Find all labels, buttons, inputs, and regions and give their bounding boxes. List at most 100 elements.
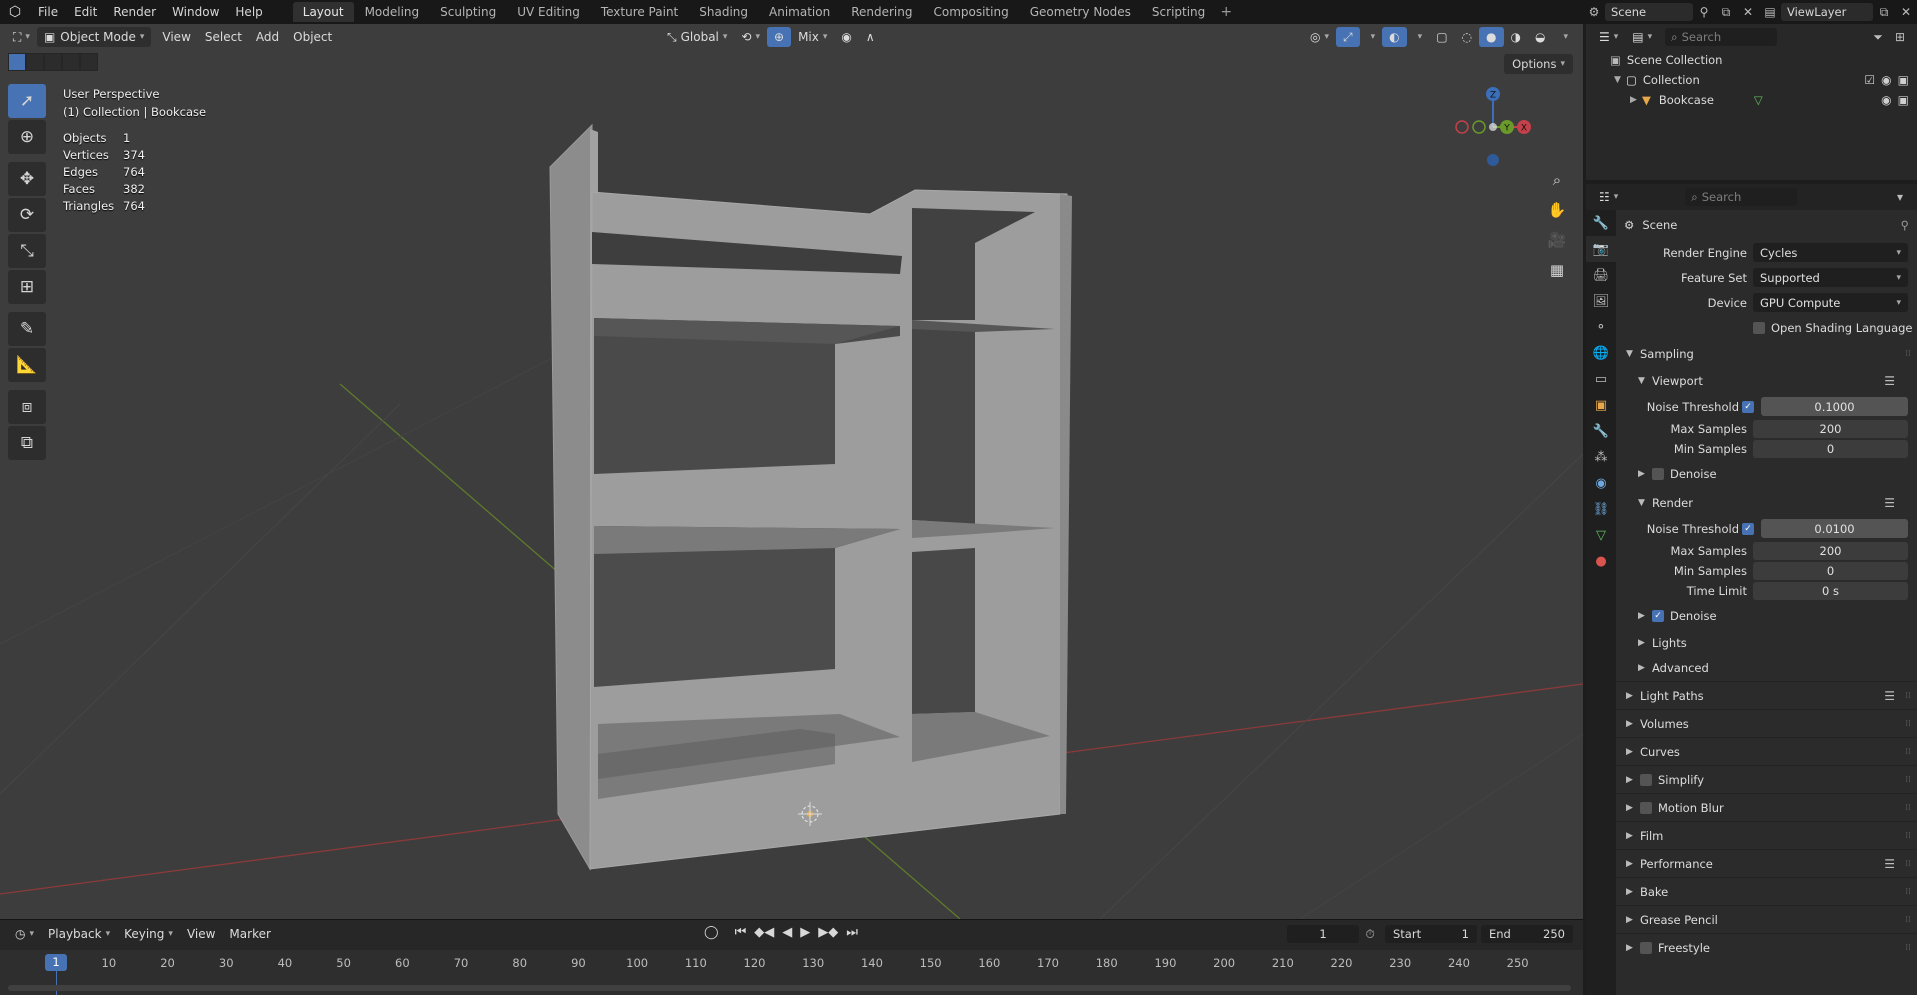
tab-uv-editing[interactable]: UV Editing [507, 2, 590, 22]
cursor-tool[interactable]: ⊕ [8, 120, 46, 154]
vp-denoise-checkbox[interactable] [1652, 468, 1664, 480]
visibility-select[interactable]: ◎ ▾ [1303, 27, 1336, 47]
camera-icon[interactable]: ▣ [1898, 93, 1909, 107]
menu-edit[interactable]: Edit [66, 0, 105, 24]
r-noise-threshold-field[interactable]: 0.0100 [1761, 519, 1908, 538]
sampling-panel-header[interactable]: ▼ Sampling ⁞⁞ [1616, 340, 1917, 367]
editor-type-button[interactable]: ◷ ▾ [8, 924, 41, 944]
device-select[interactable]: GPU Compute ▾ [1753, 293, 1908, 312]
pin-icon[interactable]: ⚲ [1901, 218, 1909, 232]
menu-playback[interactable]: Playback ▾ [41, 924, 117, 944]
world-tab-icon[interactable]: 🌐 [1586, 340, 1616, 366]
add-workspace-button[interactable]: + [1216, 4, 1236, 20]
gizmo-toggle[interactable]: ⤢ [1336, 27, 1360, 47]
prev-keyframe-icon[interactable]: ◆◀ [754, 925, 774, 940]
chevron-down-icon[interactable]: ▼ [1614, 75, 1626, 85]
tab-geometry-nodes[interactable]: Geometry Nodes [1020, 2, 1141, 22]
panel-performance[interactable]: ▶ Performance ☰ ⁞⁞ [1616, 850, 1917, 877]
render-tab-icon[interactable]: 📷 [1586, 236, 1616, 262]
annotate-tool[interactable]: ✎ [8, 312, 46, 346]
panel-curves[interactable]: ▶ Curves ⁞⁞ [1616, 738, 1917, 765]
vp-max-samples-field[interactable]: 200 [1753, 420, 1908, 438]
timeline-scrollbar[interactable] [8, 985, 1571, 991]
properties-search-input[interactable]: ⌕ Search [1685, 188, 1798, 206]
data-tab-icon[interactable]: ▽ [1586, 522, 1616, 548]
solid-shading[interactable]: ● [1479, 27, 1504, 47]
menu-add[interactable]: Add [249, 27, 286, 47]
menu-render[interactable]: Render [105, 0, 164, 24]
menu-object[interactable]: Object [286, 27, 339, 47]
stopwatch-icon[interactable]: ⏱ [1359, 925, 1381, 943]
menu-marker[interactable]: Marker [222, 924, 277, 944]
grid-icon[interactable]: ▦ [1543, 256, 1571, 284]
eye-icon[interactable]: ◉ [1881, 93, 1891, 107]
render-subpanel-header[interactable]: ▼ Render ☰ [1616, 489, 1917, 516]
menu-select[interactable]: Select [198, 27, 249, 47]
playhead-frame-indicator[interactable]: 1 [45, 954, 67, 971]
preset-list-icon[interactable]: ☰ [1884, 374, 1895, 388]
chevron-right-icon[interactable]: ▶ [1630, 95, 1642, 105]
start-frame-field[interactable]: Start 1 [1385, 925, 1477, 943]
orientation-select[interactable]: ⤡ Global ▾ [660, 27, 734, 47]
options-button[interactable]: Options ▾ [1504, 54, 1573, 74]
hand-icon[interactable]: ✋ [1543, 196, 1571, 224]
output-tab-icon[interactable]: 🖨 [1586, 262, 1616, 288]
lights-subpanel-header[interactable]: ▶ Lights [1616, 631, 1917, 655]
overlay-toggle[interactable]: ◐ [1382, 27, 1407, 47]
preset-list-icon[interactable]: ☰ [1884, 496, 1895, 510]
add-cube-tool[interactable]: ⧈ [8, 390, 46, 424]
blender-logo-icon[interactable]: ⬡ [0, 0, 30, 24]
transform-tool[interactable]: ⊞ [8, 270, 46, 304]
rotate-tool[interactable]: ⟳ [8, 198, 46, 232]
shading-select[interactable]: ▾ [1552, 27, 1575, 47]
pivot-select[interactable]: ⟲ ▾ [734, 27, 767, 47]
menu-view[interactable]: View [155, 27, 197, 47]
modifier-tab-icon[interactable]: 🔧 [1586, 418, 1616, 444]
scene-tab-icon[interactable]: ⚬ [1586, 314, 1616, 340]
editor-type-button[interactable]: ☷ ▾ [1592, 187, 1625, 207]
panel-freestyle[interactable]: ▶ Freestyle ⁞⁞ [1616, 934, 1917, 961]
copy-scene-icon[interactable]: ⧉ [1715, 3, 1737, 21]
menu-window[interactable]: Window [164, 0, 227, 24]
eye-icon[interactable]: ◉ [1881, 73, 1891, 87]
object-mode-select[interactable]: ▣ Object Mode ▾ [36, 27, 152, 47]
menu-help[interactable]: Help [227, 0, 270, 24]
rendered-shading[interactable]: ◒ [1528, 27, 1552, 47]
r-min-samples-field[interactable]: 0 [1753, 562, 1908, 580]
options-dropdown[interactable]: ▾ [1889, 188, 1911, 206]
checkbox-icon[interactable]: ☑ [1864, 73, 1875, 87]
select-extend-button[interactable] [26, 53, 44, 71]
osl-checkbox[interactable] [1753, 321, 1765, 334]
material-tab-icon[interactable]: ● [1586, 548, 1616, 574]
select-box-tool[interactable]: ➚ [8, 84, 46, 118]
tab-sculpting[interactable]: Sculpting [430, 2, 506, 22]
menu-view[interactable]: View [180, 924, 222, 944]
camera-icon[interactable]: 🎥 [1543, 226, 1571, 254]
panel-motion-blur[interactable]: ▶ Motion Blur ⁞⁞ [1616, 794, 1917, 821]
editor-type-button[interactable]: ⛶ ▾ [6, 27, 37, 47]
current-frame-field[interactable]: 1 [1287, 925, 1359, 943]
vp-min-samples-field[interactable]: 0 [1753, 440, 1908, 458]
outliner-row-collection[interactable]: ▼ ▢ Collection ☑ ◉ ▣ [1586, 70, 1917, 90]
r-time-limit-field[interactable]: 0 s [1753, 582, 1908, 600]
snap-toggle[interactable]: ⊕ [767, 27, 792, 47]
collection-tab-icon[interactable]: ▭ [1586, 366, 1616, 392]
move-tool[interactable]: ✥ [8, 162, 46, 196]
zoom-icon[interactable]: ⌕ [1543, 166, 1571, 194]
menu-keying[interactable]: Keying ▾ [117, 924, 180, 944]
vp-noise-threshold-field[interactable]: 0.1000 [1761, 397, 1908, 416]
filter-icon[interactable]: ⏷ [1867, 28, 1889, 46]
view-layer-tab-icon[interactable]: 🖼 [1586, 288, 1616, 314]
scene-selector[interactable]: Scene [1605, 3, 1693, 21]
outliner-row-scene-collection[interactable]: ▣ Scene Collection [1586, 50, 1917, 70]
wireframe-shading[interactable]: ◌ [1455, 27, 1479, 47]
panel-bake[interactable]: ▶ Bake ⁞⁞ [1616, 878, 1917, 905]
simplify-checkbox[interactable] [1640, 773, 1652, 786]
select-new-button[interactable] [8, 53, 26, 71]
tab-animation[interactable]: Animation [759, 2, 840, 22]
close-layer-icon[interactable]: ✕ [1895, 3, 1917, 21]
freestyle-checkbox[interactable] [1640, 941, 1652, 954]
tab-layout[interactable]: Layout [292, 2, 354, 22]
close-icon[interactable]: ✕ [1737, 3, 1759, 21]
object-tab-icon[interactable]: ▣ [1586, 392, 1616, 418]
